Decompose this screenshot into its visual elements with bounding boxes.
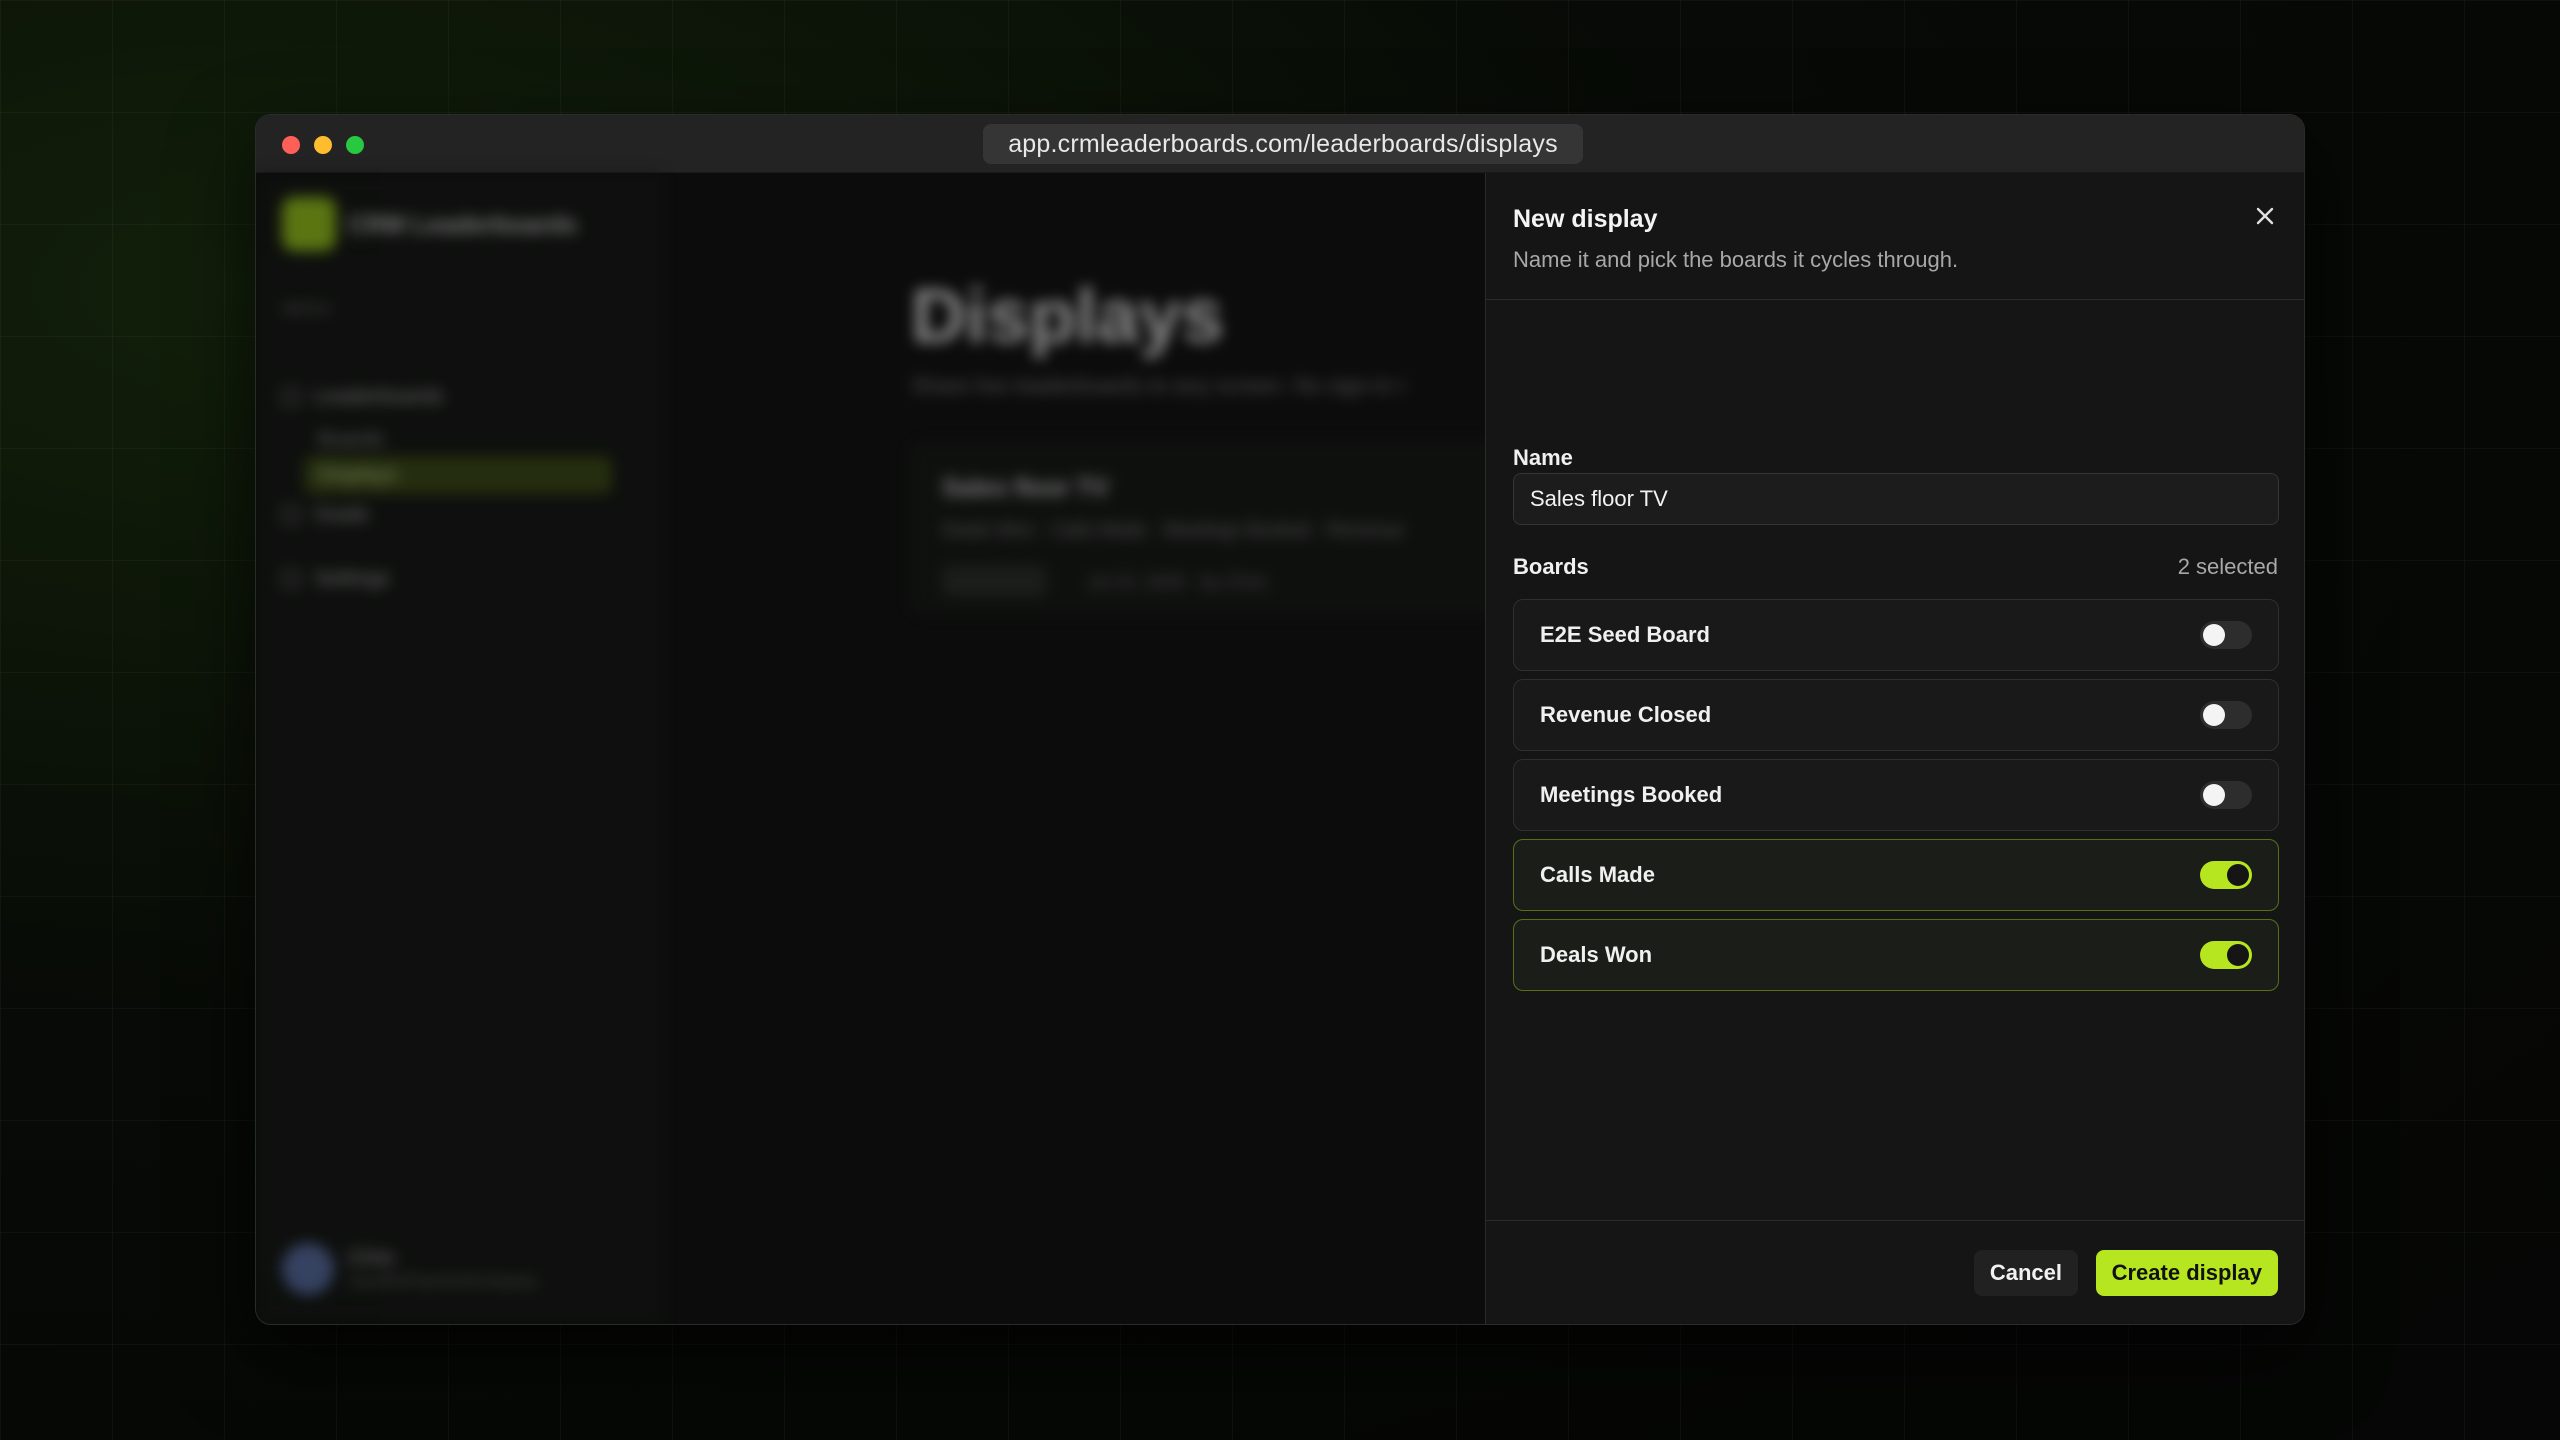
minimize-window-button[interactable] [314,136,332,154]
sidebar-item-label: Settings [314,567,390,590]
sidebar-item-boards[interactable]: Boards [318,428,385,452]
browser-window: app.crmleaderboards.com/leaderboards/dis… [255,114,2305,1325]
board-label: Meetings Booked [1540,782,1723,807]
boards-selected-count: 2 selected [2177,554,2278,579]
target-icon [282,506,300,524]
sidebar-item-goals[interactable]: Goals [282,503,369,527]
display-card-title: Sales floor TV [942,474,1109,502]
sidebar: CRM Leaderboards MENU Leaderboards Board… [256,173,661,1324]
gear-icon [282,570,300,588]
display-card-boards: Deals Won · Calls Made · Meetings Booked… [942,520,1404,541]
board-row-revenue-closed[interactable]: Revenue Closed [1513,679,2279,751]
board-label: Revenue Closed [1540,702,1712,727]
status-badge [942,566,1046,596]
board-toggle[interactable] [2200,781,2252,809]
toggle-knob [2203,704,2225,726]
board-row-calls-made[interactable]: Calls Made [1513,839,2279,911]
user-name: Chris [348,1247,395,1269]
drawer-title: New display [1513,205,1658,233]
create-display-button[interactable]: Create display [2095,1250,2278,1296]
brand-logo-icon [282,197,336,251]
sidebar-item-label: Leaderboards [314,385,444,408]
toggle-knob [2227,864,2249,886]
board-label: Calls Made [1540,862,1655,887]
board-row-meetings-booked[interactable]: Meetings Booked [1513,759,2279,831]
toggle-knob [2227,944,2249,966]
drawer-footer: Cancel Create display [1486,1220,2304,1324]
display-card-date: Jul 15, 2026 · by Chris [1087,572,1268,592]
board-label: Deals Won [1540,942,1653,967]
name-input[interactable] [1513,473,2279,525]
maximize-window-button[interactable] [346,136,364,154]
sidebar-item-leaderboards[interactable]: Leaderboards [282,385,444,409]
close-icon [2256,207,2274,225]
user-org: SaaSforPaymentCompany [348,1273,538,1290]
toggle-knob [2203,624,2225,646]
cancel-button[interactable]: Cancel [1973,1250,2078,1296]
sidebar-item-settings[interactable]: Settings [282,567,390,591]
new-display-drawer: New display Name it and pick the boards … [1485,173,2304,1324]
address-bar[interactable]: app.crmleaderboards.com/leaderboards/dis… [983,124,1583,164]
trophy-icon [282,388,300,406]
board-toggle[interactable] [2200,941,2252,969]
page-subtitle: Share live leaderboards to any screen. N… [911,373,1407,398]
boards-label: Boards [1513,554,1589,579]
title-bar: app.crmleaderboards.com/leaderboards/dis… [256,115,2304,173]
drawer-subtitle: Name it and pick the boards it cycles th… [1513,247,1959,272]
name-label: Name [1513,445,1573,470]
close-window-button[interactable] [282,136,300,154]
board-toggle[interactable] [2200,701,2252,729]
board-toggle[interactable] [2200,621,2252,649]
toggle-knob [2203,784,2225,806]
background-app: CRM Leaderboards MENU Leaderboards Board… [256,173,1531,1324]
drawer-header: New display Name it and pick the boards … [1486,173,2304,300]
display-card[interactable]: Sales floor TV Deals Won · Calls Made · … [911,443,1531,613]
board-row-deals-won[interactable]: Deals Won [1513,919,2279,991]
sidebar-item-displays[interactable]: Displays [318,463,397,487]
board-row-e2e-seed-board[interactable]: E2E Seed Board [1513,599,2279,671]
menu-heading: MENU [282,301,334,318]
board-toggle[interactable] [2200,861,2252,889]
sidebar-item-label: Goals [314,503,369,526]
page-title: Displays [911,274,1224,359]
close-drawer-button[interactable] [2248,199,2282,233]
board-label: E2E Seed Board [1540,622,1710,647]
avatar[interactable] [282,1243,334,1295]
brand-name: CRM Leaderboards [348,211,578,239]
